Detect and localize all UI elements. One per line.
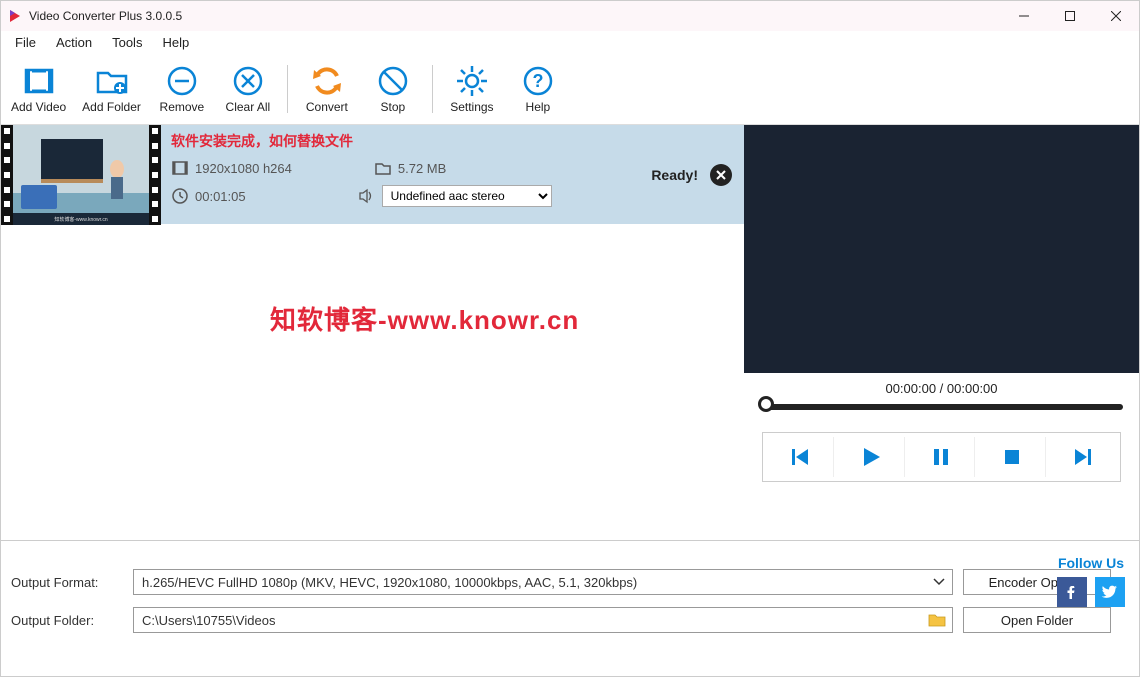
twitter-link[interactable] (1095, 577, 1125, 607)
toolbar-separator (287, 65, 288, 113)
prev-button[interactable] (767, 437, 834, 477)
settings-button[interactable]: Settings (439, 60, 505, 118)
follow-us-title: Follow Us (1057, 555, 1125, 571)
audio-icon (358, 187, 376, 205)
thumbnail: 知软博客-www.knowr.cn (1, 125, 161, 225)
stop-button[interactable]: Stop (360, 60, 426, 118)
remove-button[interactable]: Remove (149, 60, 215, 118)
seek-bar[interactable] (760, 404, 1123, 410)
menu-tools[interactable]: Tools (102, 33, 152, 52)
stop-icon (376, 64, 410, 98)
pause-button[interactable] (909, 437, 976, 477)
thumbnail-image: 知软博客-www.knowr.cn (13, 125, 149, 225)
add-video-button[interactable]: Add Video (3, 60, 74, 118)
menu-file[interactable]: File (5, 33, 46, 52)
svg-text:知软博客-www.knowr.cn: 知软博客-www.knowr.cn (54, 216, 108, 223)
settings-icon (455, 64, 489, 98)
audio-meta: Undefined aac stereo (358, 185, 552, 207)
preview-panel: 00:00:00 / 00:00:00 (744, 125, 1139, 540)
output-folder-input[interactable]: C:\Users\10755\Videos (133, 607, 953, 633)
svg-text:?: ? (532, 71, 543, 91)
filmstrip-left-icon (1, 125, 13, 225)
file-icon (374, 159, 392, 177)
play-button[interactable] (838, 437, 905, 477)
item-info: 软件安装完成，如何替换文件 1920x1080 h264 5.72 MB 00:… (161, 125, 614, 224)
convert-icon (310, 64, 344, 98)
convert-button[interactable]: Convert (294, 60, 360, 118)
preview-video[interactable] (744, 125, 1139, 373)
follow-us-box: Follow Us (1057, 555, 1125, 607)
resolution-meta: 1920x1080 h264 (171, 159, 292, 177)
add-video-icon (22, 64, 56, 98)
clear-all-icon (231, 64, 265, 98)
minimize-button[interactable] (1001, 1, 1047, 31)
time-display: 00:00:00 / 00:00:00 (744, 381, 1139, 396)
toolbar: Add Video Add Folder Remove Clear All Co… (1, 53, 1139, 125)
filmstrip-right-icon (149, 125, 161, 225)
help-button[interactable]: ? Help (505, 60, 571, 118)
menubar: File Action Tools Help (1, 31, 1139, 53)
chevron-down-icon (932, 575, 946, 589)
window-title: Video Converter Plus 3.0.0.5 (29, 9, 1001, 23)
add-folder-icon (95, 64, 129, 98)
clear-all-button[interactable]: Clear All (215, 60, 281, 118)
video-icon (171, 159, 189, 177)
toolbar-separator (432, 65, 433, 113)
item-title: 软件安装完成，如何替换文件 (171, 131, 604, 151)
main-area: 知软博客-www.knowr.cn 软件安装完成，如何替换文件 1920x108… (1, 125, 1139, 540)
file-list: 知软博客-www.knowr.cn 软件安装完成，如何替换文件 1920x108… (1, 125, 744, 540)
seek-thumb[interactable] (758, 396, 774, 412)
bottom-panel: Output Format: h.265/HEVC FullHD 1080p (… (1, 540, 1139, 676)
list-item[interactable]: 知软博客-www.knowr.cn 软件安装完成，如何替换文件 1920x108… (1, 125, 744, 225)
facebook-link[interactable] (1057, 577, 1087, 607)
media-controls (762, 432, 1121, 482)
menu-action[interactable]: Action (46, 33, 102, 52)
status-text: Ready! (651, 167, 698, 183)
duration-meta: 00:01:05 (171, 187, 246, 205)
add-folder-button[interactable]: Add Folder (74, 60, 149, 118)
stop-media-button[interactable] (979, 437, 1046, 477)
clock-icon (171, 187, 189, 205)
output-format-label: Output Format: (11, 575, 123, 590)
seek-bar-wrap (744, 404, 1139, 410)
remove-icon (165, 64, 199, 98)
output-format-select[interactable]: h.265/HEVC FullHD 1080p (MKV, HEVC, 1920… (133, 569, 953, 595)
open-folder-button[interactable]: Open Folder (963, 607, 1111, 633)
size-meta: 5.72 MB (374, 159, 446, 177)
item-status: Ready! (614, 125, 744, 224)
close-button[interactable] (1093, 1, 1139, 31)
next-button[interactable] (1050, 437, 1116, 477)
folder-icon[interactable] (928, 612, 946, 628)
remove-item-button[interactable] (710, 164, 732, 186)
audio-track-select[interactable]: Undefined aac stereo (382, 185, 552, 207)
titlebar: Video Converter Plus 3.0.0.5 (1, 1, 1139, 31)
maximize-button[interactable] (1047, 1, 1093, 31)
app-logo-icon (7, 8, 23, 24)
help-icon: ? (521, 64, 555, 98)
menu-help[interactable]: Help (152, 33, 199, 52)
window-controls (1001, 1, 1139, 31)
output-folder-label: Output Folder: (11, 613, 123, 628)
